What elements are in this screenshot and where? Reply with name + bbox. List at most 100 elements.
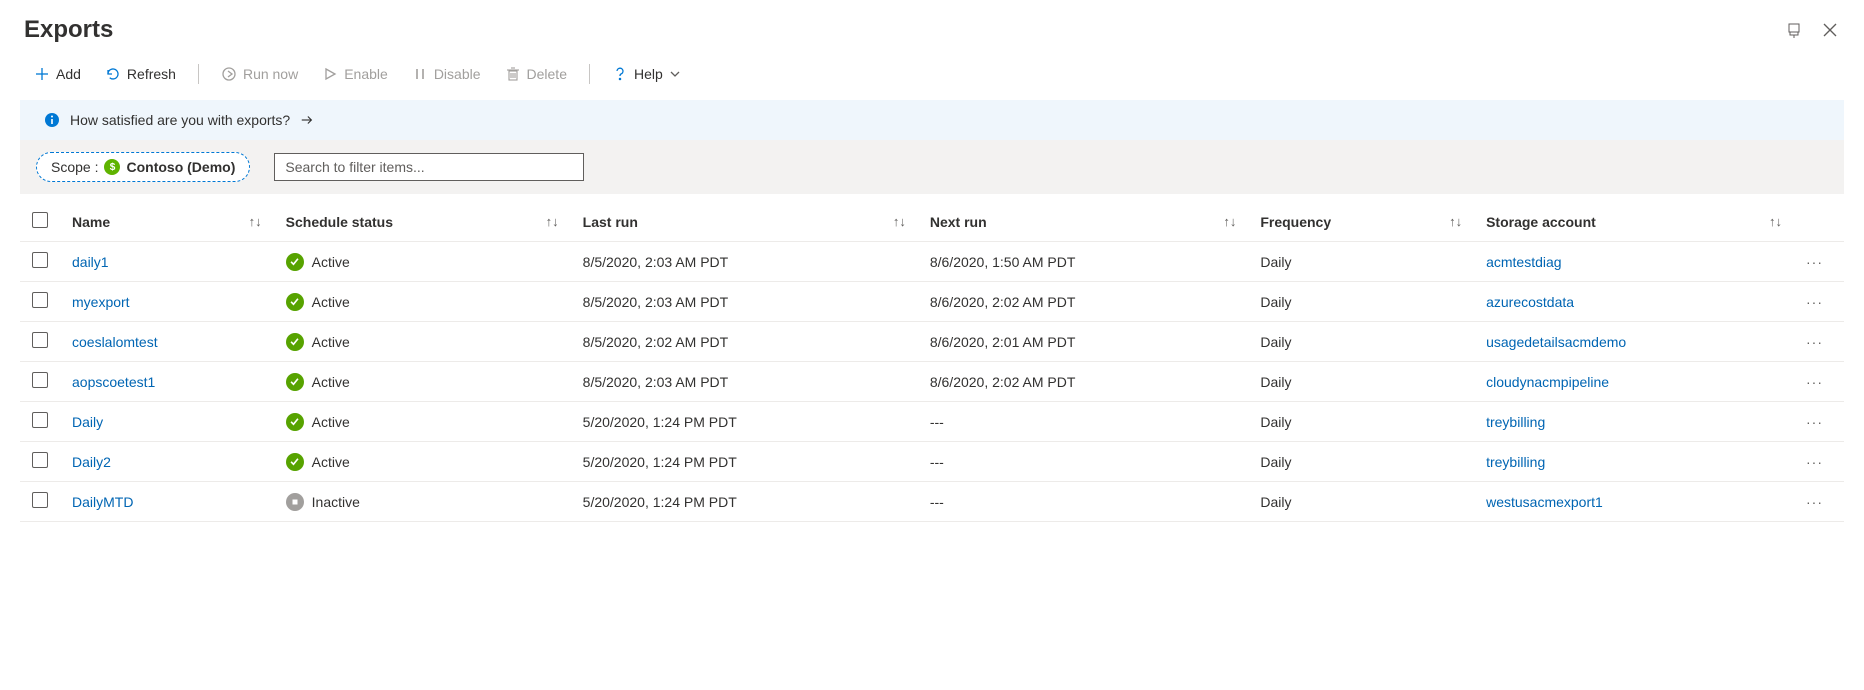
col-name[interactable]: Name↑↓ [60, 202, 274, 242]
storage-account-link[interactable]: westusacmexport1 [1486, 494, 1603, 510]
row-more-menu[interactable]: ··· [1794, 482, 1844, 522]
storage-account-link[interactable]: treybilling [1486, 414, 1545, 430]
next-run-cell: 8/6/2020, 2:02 AM PDT [918, 362, 1248, 402]
row-more-menu[interactable]: ··· [1794, 322, 1844, 362]
more-icon: ··· [1806, 254, 1823, 270]
frequency-cell: Daily [1248, 362, 1474, 402]
table-header-row: Name↑↓ Schedule status↑↓ Last run↑↓ Next… [20, 202, 1844, 242]
row-more-menu[interactable]: ··· [1794, 442, 1844, 482]
more-icon: ··· [1806, 414, 1823, 430]
row-checkbox[interactable] [32, 452, 48, 468]
row-checkbox[interactable] [32, 412, 48, 428]
more-icon: ··· [1806, 454, 1823, 470]
frequency-cell: Daily [1248, 402, 1474, 442]
col-schedule-status[interactable]: Schedule status↑↓ [274, 202, 571, 242]
export-name-link[interactable]: daily1 [72, 254, 109, 270]
row-more-menu[interactable]: ··· [1794, 282, 1844, 322]
filter-bar: Scope : $ Contoso (Demo) [20, 140, 1844, 194]
row-more-menu[interactable]: ··· [1794, 402, 1844, 442]
status-text: Active [312, 254, 350, 270]
toolbar-separator [589, 64, 590, 84]
frequency-cell: Daily [1248, 442, 1474, 482]
row-checkbox[interactable] [32, 292, 48, 308]
header-actions [1784, 20, 1840, 40]
disable-label: Disable [434, 66, 481, 82]
col-last-run[interactable]: Last run↑↓ [571, 202, 918, 242]
next-run-cell: 8/6/2020, 1:50 AM PDT [918, 242, 1248, 282]
refresh-button[interactable]: Refresh [95, 60, 186, 88]
status-text: Active [312, 334, 350, 350]
sort-icon: ↑↓ [1449, 214, 1462, 229]
next-run-cell: 8/6/2020, 2:02 AM PDT [918, 282, 1248, 322]
row-more-menu[interactable]: ··· [1794, 242, 1844, 282]
scope-label: Scope : [51, 159, 98, 175]
export-name-link[interactable]: Daily [72, 414, 103, 430]
checkmark-icon [286, 293, 304, 311]
export-name-link[interactable]: myexport [72, 294, 130, 310]
frequency-cell: Daily [1248, 322, 1474, 362]
search-input[interactable] [274, 153, 584, 181]
enable-button[interactable]: Enable [312, 60, 398, 88]
delete-button[interactable]: Delete [495, 60, 577, 88]
run-now-button[interactable]: Run now [211, 60, 308, 88]
checkmark-icon [286, 373, 304, 391]
checkmark-icon [286, 333, 304, 351]
stop-icon [286, 493, 304, 511]
next-run-cell: --- [918, 442, 1248, 482]
next-run-cell: --- [918, 402, 1248, 442]
checkmark-icon [286, 453, 304, 471]
row-checkbox[interactable] [32, 492, 48, 508]
help-icon [612, 66, 628, 82]
table-row: DailyMTDInactive5/20/2020, 1:24 PM PDT--… [20, 482, 1844, 522]
last-run-cell: 8/5/2020, 2:03 AM PDT [571, 282, 918, 322]
export-name-link[interactable]: aopscoetest1 [72, 374, 155, 390]
page-title: Exports [24, 16, 113, 44]
col-next-run[interactable]: Next run↑↓ [918, 202, 1248, 242]
row-checkbox[interactable] [32, 372, 48, 388]
storage-account-link[interactable]: azurecostdata [1486, 294, 1574, 310]
storage-account-link[interactable]: treybilling [1486, 454, 1545, 470]
status-text: Active [312, 454, 350, 470]
run-icon [221, 66, 237, 82]
info-icon [44, 112, 60, 128]
sort-icon: ↑↓ [249, 214, 262, 229]
add-label: Add [56, 66, 81, 82]
banner-text: How satisfied are you with exports? [70, 112, 290, 128]
sort-icon: ↑↓ [546, 214, 559, 229]
next-run-cell: 8/6/2020, 2:01 AM PDT [918, 322, 1248, 362]
enable-label: Enable [344, 66, 388, 82]
select-all-checkbox[interactable] [32, 212, 48, 228]
storage-account-link[interactable]: cloudynacmpipeline [1486, 374, 1609, 390]
row-more-menu[interactable]: ··· [1794, 362, 1844, 402]
close-icon[interactable] [1820, 20, 1840, 40]
last-run-cell: 5/20/2020, 1:24 PM PDT [571, 482, 918, 522]
pin-icon[interactable] [1784, 20, 1804, 40]
play-icon [322, 66, 338, 82]
status-text: Active [312, 374, 350, 390]
export-name-link[interactable]: coeslalomtest [72, 334, 158, 350]
storage-account-link[interactable]: usagedetailsacmdemo [1486, 334, 1626, 350]
exports-table: Name↑↓ Schedule status↑↓ Last run↑↓ Next… [20, 202, 1844, 522]
table-row: coeslalomtestActive8/5/2020, 2:02 AM PDT… [20, 322, 1844, 362]
col-storage-account[interactable]: Storage account↑↓ [1474, 202, 1794, 242]
more-icon: ··· [1806, 294, 1823, 310]
export-name-link[interactable]: Daily2 [72, 454, 111, 470]
frequency-cell: Daily [1248, 282, 1474, 322]
scope-selector[interactable]: Scope : $ Contoso (Demo) [36, 152, 250, 182]
feedback-banner[interactable]: How satisfied are you with exports? [20, 100, 1844, 140]
row-checkbox[interactable] [32, 252, 48, 268]
help-button[interactable]: Help [602, 60, 691, 88]
plus-icon [34, 66, 50, 82]
storage-account-link[interactable]: acmtestdiag [1486, 254, 1561, 270]
row-checkbox[interactable] [32, 332, 48, 348]
status-text: Inactive [312, 494, 360, 510]
add-button[interactable]: Add [24, 60, 91, 88]
col-frequency[interactable]: Frequency↑↓ [1248, 202, 1474, 242]
run-now-label: Run now [243, 66, 298, 82]
table-row: daily1Active8/5/2020, 2:03 AM PDT8/6/202… [20, 242, 1844, 282]
export-name-link[interactable]: DailyMTD [72, 494, 133, 510]
chevron-down-icon [669, 68, 681, 80]
status-text: Active [312, 294, 350, 310]
scope-badge-icon: $ [104, 159, 120, 175]
disable-button[interactable]: Disable [402, 60, 491, 88]
